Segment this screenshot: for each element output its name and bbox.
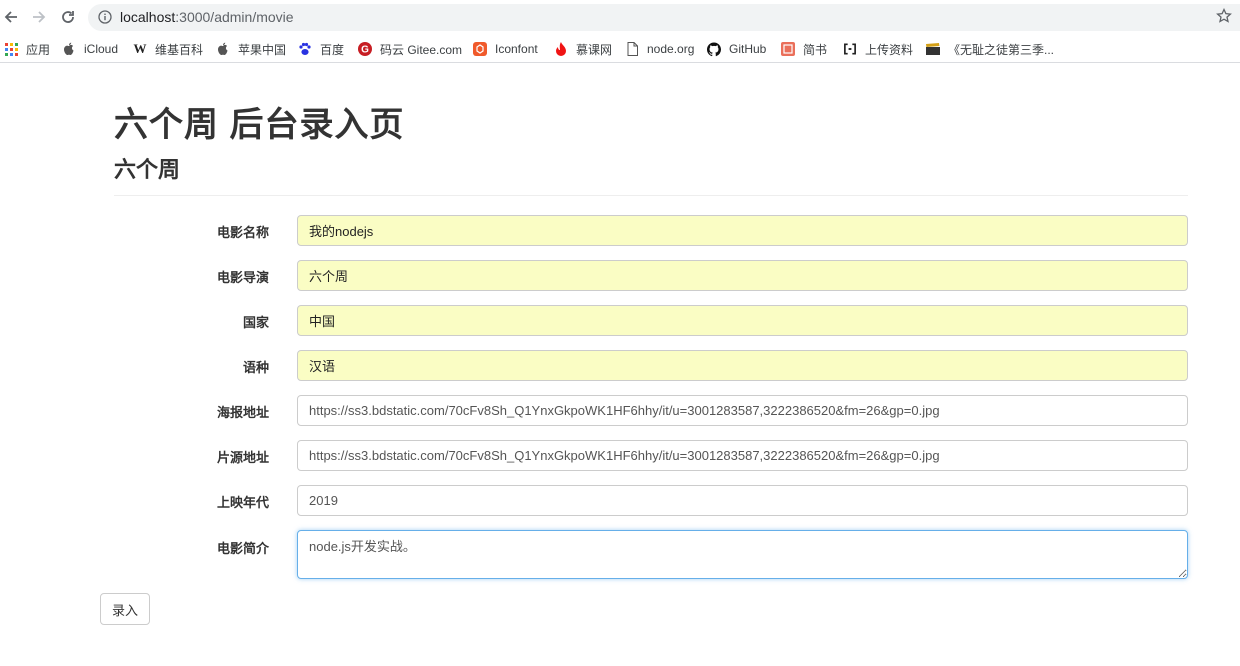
page-icon: [625, 42, 639, 56]
back-icon[interactable]: [1, 7, 21, 27]
field-label-summary: 电影简介: [216, 541, 269, 556]
field-label-country: 国家: [242, 315, 269, 330]
bookmark-label: 《无耻之徒第三季...: [948, 42, 1055, 57]
reload-icon[interactable]: [58, 7, 78, 27]
bookmark-label: iCloud: [84, 42, 119, 56]
github-icon: [707, 42, 721, 56]
apple-icon: [62, 42, 76, 56]
browser-toolbar: localhost:3000/admin/movie: [0, 0, 1240, 35]
bookmark-label: node.org: [647, 42, 695, 56]
apps-grid-icon: [4, 42, 18, 56]
wikipedia-icon: W: [133, 41, 147, 56]
poster-url-input[interactable]: [297, 395, 1188, 426]
bookmark-shameless[interactable]: 《无耻之徒第三季...: [926, 39, 1054, 59]
bookmark-wikipedia[interactable]: W 维基百科: [133, 39, 204, 59]
bookmark-apps[interactable]: 应用: [4, 39, 50, 59]
page-title: 六个周 后台录入页: [114, 106, 405, 144]
address-bar[interactable]: localhost:3000/admin/movie: [88, 4, 1240, 31]
bookmark-github[interactable]: GitHub: [707, 39, 766, 59]
baidu-paw-icon: [298, 42, 312, 56]
bookmark-label: 码云 Gitee.com: [380, 42, 463, 57]
apple-icon: [216, 42, 230, 56]
bookmarks-bar: 应用 iCloud W 维基百科 苹果中国 百度 G 码云 Gitee.com …: [0, 35, 1240, 63]
bookmark-label: 苹果中国: [238, 42, 287, 57]
bookmark-upload[interactable]: 上传资料: [843, 39, 913, 59]
iconfont-icon: [473, 42, 487, 56]
forward-icon[interactable]: [29, 7, 49, 27]
bookmark-label: GitHub: [729, 42, 767, 56]
source-url-input[interactable]: [297, 440, 1188, 471]
bookmark-icloud[interactable]: iCloud: [62, 39, 118, 59]
url-text: localhost:3000/admin/movie: [120, 9, 294, 25]
field-label-director: 电影导演: [216, 270, 269, 285]
country-input[interactable]: [297, 305, 1188, 336]
bookmark-label: 上传资料: [865, 42, 914, 57]
submit-button[interactable]: 录入: [100, 593, 150, 625]
movie-name-input[interactable]: [297, 215, 1188, 246]
clapperboard-icon: [926, 42, 940, 56]
bookmark-iconfont[interactable]: Iconfont: [473, 39, 538, 59]
field-label-poster: 海报地址: [216, 405, 269, 420]
gitee-icon: G: [358, 42, 372, 56]
field-label-year: 上映年代: [216, 495, 269, 510]
field-label-name: 电影名称: [216, 225, 269, 240]
field-label-source: 片源地址: [216, 450, 269, 465]
bookmark-label: 慕课网: [576, 42, 613, 57]
bookmark-imooc[interactable]: 慕课网: [554, 39, 612, 59]
info-icon[interactable]: [98, 10, 112, 29]
jianshu-icon: [781, 42, 795, 56]
bracket-icon: [843, 42, 857, 56]
language-input[interactable]: [297, 350, 1188, 381]
summary-textarea[interactable]: node.js开发实战。: [297, 530, 1188, 579]
bookmark-gitee[interactable]: G 码云 Gitee.com: [358, 39, 462, 59]
field-label-language: 语种: [242, 360, 269, 375]
bookmark-label: 简书: [803, 42, 828, 57]
bookmark-star-icon[interactable]: [1216, 7, 1232, 29]
flame-icon: [554, 42, 568, 56]
svg-text:G: G: [361, 45, 369, 56]
bookmark-label: Iconfont: [495, 42, 538, 56]
bookmark-nodeorg[interactable]: node.org: [625, 39, 694, 59]
bookmark-baidu[interactable]: 百度: [298, 39, 344, 59]
header-divider: [114, 195, 1188, 196]
bookmark-label: 应用: [26, 42, 51, 57]
bookmark-label: 维基百科: [155, 42, 204, 57]
year-input[interactable]: [297, 485, 1188, 516]
bookmark-apple-china[interactable]: 苹果中国: [216, 39, 286, 59]
bookmark-label: 百度: [320, 42, 345, 57]
page-subtitle: 六个周: [114, 157, 181, 182]
director-input[interactable]: [297, 260, 1188, 291]
bookmark-jianshu[interactable]: 简书: [781, 39, 827, 59]
